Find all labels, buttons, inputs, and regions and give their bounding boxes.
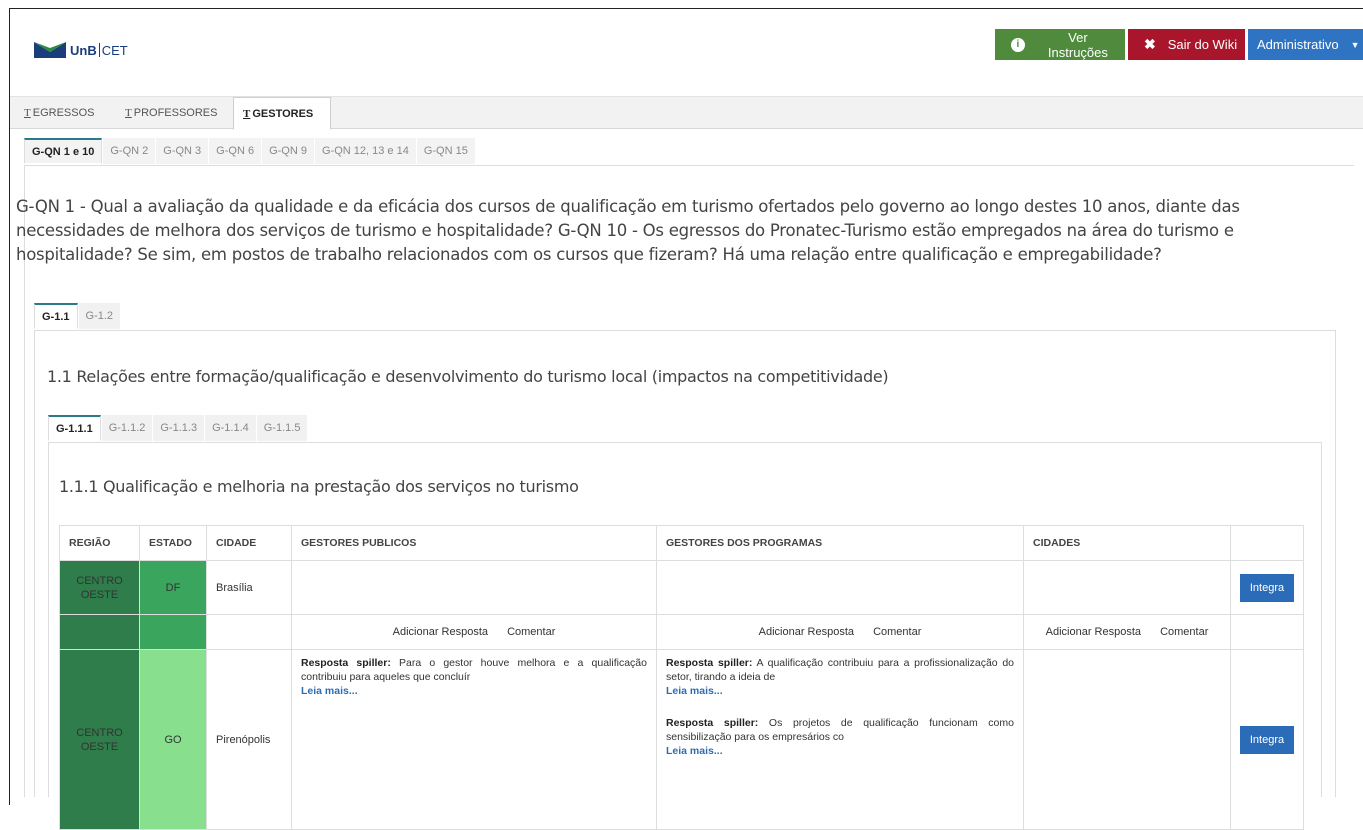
table-row: CENTRO OESTE DF Brasília Integra: [59, 560, 1304, 615]
actions-cidades: Adicionar Resposta Comentar: [1023, 614, 1231, 650]
region-line2: OESTE: [80, 740, 119, 753]
region-line2: OESTE: [80, 588, 119, 601]
tab-professores-label: PROFESSORES: [133, 107, 218, 119]
actions-gestores-programas: Adicionar Resposta Comentar: [656, 614, 1024, 650]
col-header-gestores-programas: GESTORES DOS PROGRAMAS: [656, 525, 1024, 561]
table-row: CENTRO OESTE GO Pirenópolis Resposta spi…: [59, 649, 1304, 830]
col-header-estado: ESTADO: [139, 525, 207, 561]
read-more-link[interactable]: Leia mais...: [301, 684, 647, 698]
cell-cidades: [1023, 649, 1231, 830]
tab-egressos[interactable]: T EGRESSOS: [15, 97, 103, 129]
g111-tab-bar: G-1.1.1 G-1.1.2 G-1.1.3 G-1.1.4 G-1.1.5: [48, 415, 308, 441]
tab-g-1-1-3[interactable]: G-1.1.3: [153, 415, 205, 441]
admin-dropdown-button[interactable]: Administrativo ▼: [1248, 29, 1363, 60]
response-block: Resposta spiller: Os projetos de qualifi…: [666, 716, 1014, 758]
unb-cet-logo[interactable]: UnB CET: [34, 42, 128, 58]
response-label: Resposta spiller:: [666, 717, 759, 729]
caret-down-icon: ▼: [1350, 39, 1360, 50]
add-response-link[interactable]: Adicionar Resposta: [1046, 626, 1141, 638]
response-block: Resposta spiller: Para o gestor houve me…: [301, 656, 647, 698]
section-title-1-1-1: 1.1.1 Qualificação e melhoria na prestaç…: [59, 477, 579, 496]
read-more-link[interactable]: Leia mais...: [666, 684, 1014, 698]
unb-logo-icon: [34, 42, 66, 58]
tab-gestores-label: GESTORES: [252, 107, 314, 120]
cell-integra: Integra: [1230, 560, 1304, 615]
table-row-actions: Adicionar Resposta Comentar Adicionar Re…: [59, 614, 1304, 650]
actions-gestores-publicos: Adicionar Resposta Comentar: [291, 614, 657, 650]
cell-region: CENTRO OESTE: [59, 560, 140, 615]
cell-gestores-programas: [656, 560, 1024, 615]
tab-gqn-9[interactable]: G-QN 9: [262, 138, 314, 164]
close-icon: ✖: [1144, 36, 1156, 52]
section-title-1-1: 1.1 Relações entre formação/qualificação…: [47, 367, 889, 386]
tab-gqn-15[interactable]: G-QN 15: [416, 138, 475, 164]
tab-gqn-6[interactable]: G-QN 6: [209, 138, 262, 164]
admin-label: Administrativo: [1257, 37, 1339, 52]
info-icon: i: [1011, 37, 1025, 52]
cell-gestores-programas: Resposta spiller: A qualificação contrib…: [656, 649, 1024, 830]
tab-gqn-3[interactable]: G-QN 3: [156, 138, 209, 164]
logo-cet-text: CET: [101, 42, 128, 58]
cell-region-spacer: [59, 614, 140, 650]
cell-region: CENTRO OESTE: [59, 649, 140, 830]
text-icon: T: [243, 107, 251, 120]
logo-separator: [98, 43, 100, 57]
tab-egressos-label: EGRESSOS: [32, 107, 95, 119]
logo-unb-text: UnB: [70, 42, 97, 58]
cell-cidades: [1023, 560, 1231, 615]
region-line1: CENTRO: [76, 726, 123, 739]
cell-cidade-spacer: [206, 614, 292, 650]
col-header-cidade: CIDADE: [206, 525, 292, 561]
cell-estado: GO: [139, 649, 207, 830]
col-header-cidades: CIDADES: [1023, 525, 1231, 561]
main-tab-bar: T EGRESSOS T PROFESSORES T GESTORES: [10, 96, 1363, 130]
col-header-gestores-publicos: GESTORES PUBLICOS: [291, 525, 657, 561]
tab-gqn-1-10[interactable]: G-QN 1 e 10: [24, 138, 103, 164]
region-line1: CENTRO: [76, 574, 123, 587]
table-header-row: REGIÃO ESTADO CIDADE GESTORES PUBLICOS G…: [59, 525, 1304, 561]
exit-wiki-label: Sair do Wiki: [1167, 37, 1238, 52]
tab-gqn-2[interactable]: G-QN 2: [103, 138, 156, 164]
view-instructions-button[interactable]: i Ver Instruções: [995, 29, 1125, 60]
question-title: G-QN 1 - Qual a avaliação da qualidade e…: [16, 197, 1240, 264]
exit-wiki-button[interactable]: ✖ Sair do Wiki: [1128, 29, 1245, 60]
comment-link[interactable]: Comentar: [873, 626, 921, 638]
add-response-link[interactable]: Adicionar Resposta: [393, 626, 488, 638]
page-header: UnB CET i Ver Instruções ✖ Sair do Wiki …: [10, 9, 1363, 95]
response-label: Resposta spiller:: [301, 657, 391, 669]
tab-g-1-1-5[interactable]: G-1.1.5: [256, 415, 308, 441]
cell-cidade: Brasília: [206, 560, 292, 615]
g1-tab-bar: G-1.1 G-1.2: [34, 303, 121, 329]
view-instructions-label: Ver Instruções: [1047, 29, 1108, 60]
col-header-regiao: REGIÃO: [59, 525, 140, 561]
read-more-link[interactable]: Leia mais...: [666, 744, 1014, 758]
tab-gqn-12-13-14[interactable]: G-QN 12, 13 e 14: [314, 138, 416, 164]
tab-g-1-2[interactable]: G-1.2: [78, 303, 121, 329]
responses-table: REGIÃO ESTADO CIDADE GESTORES PUBLICOS G…: [59, 525, 1304, 830]
response-label: Resposta spiller:: [666, 657, 753, 669]
cell-gestores-publicos: [291, 560, 657, 615]
integra-button[interactable]: Integra: [1239, 725, 1295, 754]
cell-estado-spacer: [139, 614, 207, 650]
tab-g-1-1-1[interactable]: G-1.1.1: [48, 415, 101, 441]
integra-button[interactable]: Integra: [1239, 573, 1295, 602]
cell-cidade: Pirenópolis: [206, 649, 292, 830]
tab-g-1-1-4[interactable]: G-1.1.4: [205, 415, 256, 441]
col-header-actions: [1230, 525, 1304, 561]
cell-actions-spacer: [1230, 614, 1304, 650]
comment-link[interactable]: Comentar: [1160, 626, 1208, 638]
tab-g-1-1[interactable]: G-1.1: [34, 303, 78, 329]
tab-g-1-1-2[interactable]: G-1.1.2: [101, 415, 153, 441]
qn-tab-bar: G-QN 1 e 10 G-QN 2 G-QN 3 G-QN 6 G-QN 9 …: [24, 138, 476, 164]
text-icon: T: [24, 107, 31, 119]
cell-estado: DF: [139, 560, 207, 615]
cell-gestores-publicos: Resposta spiller: Para o gestor houve me…: [291, 649, 657, 830]
comment-link[interactable]: Comentar: [507, 626, 555, 638]
add-response-link[interactable]: Adicionar Resposta: [759, 626, 854, 638]
tab-professores[interactable]: T PROFESSORES: [116, 97, 226, 129]
text-icon: T: [125, 107, 132, 119]
tab-gestores[interactable]: T GESTORES: [233, 97, 331, 130]
cell-integra: Integra: [1230, 649, 1304, 830]
response-block: Resposta spiller: A qualificação contrib…: [666, 656, 1014, 698]
